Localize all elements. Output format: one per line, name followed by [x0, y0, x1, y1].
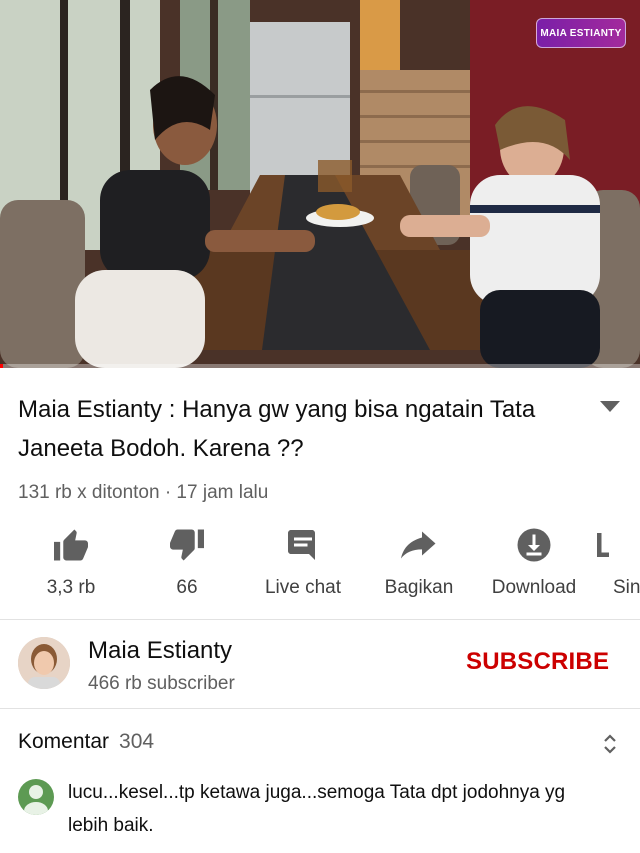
live-chat-button[interactable]: Live chat — [248, 525, 358, 615]
save-icon — [596, 525, 636, 565]
comment-text: lucu...kesel...tp ketawa juga...semoga T… — [68, 782, 566, 836]
live-chat-icon — [283, 525, 323, 565]
video-player[interactable]: MAIA ESTIANTY — [0, 0, 640, 368]
dislike-button[interactable]: 66 — [132, 525, 242, 615]
channel-avatar[interactable] — [18, 637, 70, 689]
comments-label: Komentar — [18, 730, 110, 753]
video-title: Maia Estianty : Hanya gw yang bisa ngata… — [18, 396, 536, 462]
channel-name[interactable]: Maia Estianty — [88, 637, 232, 665]
share-icon — [399, 525, 439, 565]
subscribe-button[interactable]: SUBSCRIBE — [466, 648, 609, 676]
share-button[interactable]: Bagikan — [364, 525, 474, 615]
divider — [0, 708, 640, 709]
like-count: 3,3 rb — [46, 577, 96, 598]
comments-count: 304 — [119, 730, 155, 753]
save-label: Sin — [613, 577, 640, 598]
channel-watermark: MAIA ESTIANTY — [536, 18, 626, 48]
comments-header[interactable]: Komentar 304 — [18, 730, 154, 754]
thumbs-up-icon — [51, 525, 91, 565]
subscriber-count: 466 rb subscriber — [88, 673, 235, 694]
video-metadata: 131 rb x ditonton · 17 jam lalu — [18, 482, 269, 503]
thumbs-down-icon — [167, 525, 207, 565]
like-button[interactable]: 3,3 rb — [16, 525, 126, 615]
expand-comments-icon[interactable] — [600, 730, 620, 758]
download-icon — [514, 525, 554, 565]
action-bar: 3,3 rb 66 Live chat Bagikan Download Sin — [0, 525, 640, 615]
video-progress-fill — [0, 364, 4, 368]
live-chat-label: Live chat — [264, 577, 342, 598]
video-frame — [0, 0, 640, 368]
save-button[interactable]: Sin — [596, 525, 640, 615]
share-label: Bagikan — [384, 577, 454, 598]
divider — [0, 619, 640, 620]
commenter-avatar[interactable] — [18, 779, 54, 815]
expand-description-icon[interactable] — [598, 398, 622, 414]
download-label: Download — [491, 577, 577, 598]
video-progress-bar[interactable] — [0, 364, 640, 368]
download-button[interactable]: Download — [479, 525, 589, 615]
dislike-count: 66 — [176, 577, 198, 598]
